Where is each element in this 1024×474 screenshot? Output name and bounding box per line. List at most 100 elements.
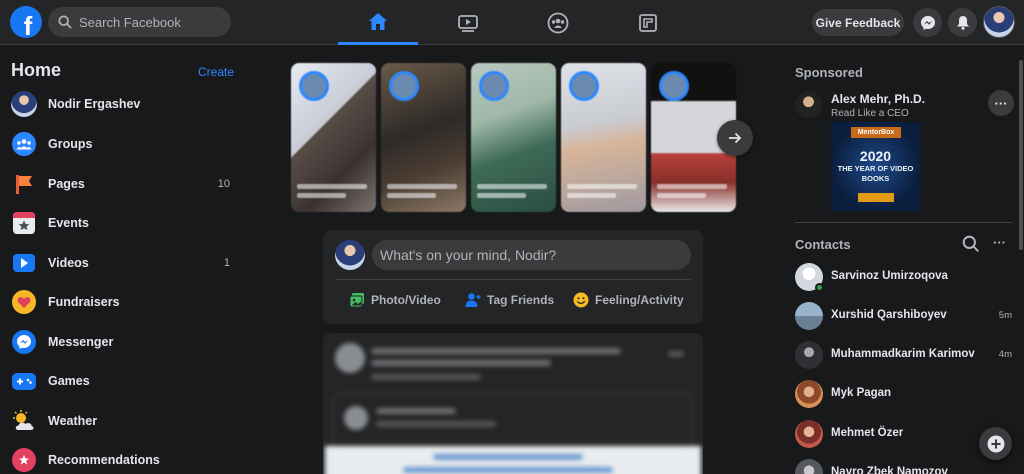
sidebar-item-games[interactable]: Games <box>0 362 250 400</box>
contacts-title: Contacts <box>795 237 851 252</box>
left-sidebar: Home Create Nodir Ergashev Groups Pages … <box>0 45 250 474</box>
search-input[interactable] <box>79 14 219 30</box>
advertiser-avatar[interactable] <box>795 91 822 118</box>
ad-options-button[interactable]: ··· <box>988 90 1014 116</box>
ad-tagline: THE YEAR OF VIDEO BOOKS <box>837 164 914 183</box>
groups-icon <box>547 12 569 33</box>
sidebar-item-label: Videos <box>48 256 89 270</box>
calendar-star-icon <box>13 212 35 234</box>
sidebar-item-label: Pages <box>48 177 85 191</box>
give-feedback-button[interactable]: Give Feedback <box>812 9 904 36</box>
tag-friends-label: Tag Friends <box>487 293 555 307</box>
contact-avatar <box>795 380 823 408</box>
smile-icon <box>573 292 589 308</box>
new-message-button[interactable] <box>979 427 1012 460</box>
sidebar-item-label: Weather <box>48 414 98 428</box>
plus-icon <box>987 435 1004 452</box>
sidebar-item-groups[interactable]: Groups <box>0 125 250 163</box>
story-card[interactable] <box>291 63 376 212</box>
tab-gaming[interactable] <box>608 0 688 45</box>
videos-count: 1 <box>223 257 230 269</box>
contact-item[interactable]: Myk Pagan <box>795 378 1017 412</box>
composer-avatar[interactable] <box>335 240 365 270</box>
tab-groups[interactable] <box>518 0 598 45</box>
sidebar-item-weather[interactable]: Weather <box>0 402 250 440</box>
contact-name: Myk Pagan <box>831 387 892 399</box>
sidebar-item-profile[interactable]: Nodir Ergashev <box>0 85 250 123</box>
photo-video-label: Photo/Video <box>371 293 441 307</box>
sidebar-item-label: Messenger <box>48 335 114 349</box>
story-card[interactable] <box>381 63 466 212</box>
photo-icon <box>349 293 364 308</box>
advertiser-name[interactable]: Alex Mehr, Ph.D. <box>831 92 925 106</box>
create-link[interactable]: Create <box>198 65 234 79</box>
weather-icon <box>12 409 36 433</box>
search-box[interactable] <box>48 7 231 37</box>
contacts-options-button[interactable]: ··· <box>993 235 1006 250</box>
messenger-icon <box>920 15 935 30</box>
story-card[interactable] <box>471 63 556 212</box>
groups-icon <box>12 132 36 156</box>
contact-item[interactable]: Sarvinoz Umirzoqova <box>795 261 1017 295</box>
gamepad-icon <box>12 372 36 390</box>
contact-name: Muhammadkarim Karimov <box>831 348 975 360</box>
sidebar-item-label: Games <box>48 374 90 388</box>
notifications-button[interactable] <box>948 8 977 37</box>
contact-avatar <box>795 420 823 448</box>
play-icon <box>13 254 35 272</box>
ad-subtitle: Read Like a CEO <box>831 108 909 119</box>
tab-watch[interactable] <box>428 0 508 45</box>
post-composer: What's on your mind, Nodir? Photo/Video … <box>323 230 703 324</box>
account-avatar[interactable] <box>983 6 1015 38</box>
contact-name: Sarvinoz Umirzoqova <box>831 270 948 282</box>
tag-friends-button[interactable]: Tag Friends <box>465 288 554 312</box>
feed-post <box>323 333 703 474</box>
sidebar-item-messenger[interactable]: Messenger <box>0 323 250 361</box>
sidebar-item-events[interactable]: Events <box>0 204 250 242</box>
flag-icon <box>12 172 36 196</box>
facebook-logo[interactable]: f <box>10 6 42 38</box>
online-status-dot <box>815 283 824 292</box>
sidebar-item-recommendations[interactable]: Recommendations <box>0 441 250 474</box>
right-divider <box>795 222 1012 223</box>
recommendations-icon <box>12 448 36 472</box>
bell-icon <box>956 16 969 30</box>
arrow-right-icon <box>729 132 742 144</box>
contact-name: Xurshid Qarshiboyev <box>831 309 947 321</box>
ad-year: 2020 <box>859 148 892 164</box>
sidebar-item-label: Events <box>48 216 89 230</box>
contact-last-active: 4m <box>998 349 1012 360</box>
home-icon <box>369 12 387 30</box>
more-icon: ··· <box>994 95 1008 111</box>
contact-item[interactable]: Navro Zbek Namozov <box>795 457 1017 474</box>
sidebar-item-label: Recommendations <box>48 453 160 467</box>
whats-on-your-mind-input[interactable]: What's on your mind, Nodir? <box>372 240 691 270</box>
contact-avatar <box>795 341 823 369</box>
ad-cta <box>858 193 894 202</box>
sidebar-item-label: Nodir Ergashev <box>48 97 141 111</box>
contact-item[interactable]: Xurshid Qarshiboyev 5m <box>795 300 1017 334</box>
stories-next-button[interactable] <box>717 120 753 156</box>
story-card[interactable] <box>561 63 646 212</box>
feeling-activity-label: Feeling/Activity <box>595 293 684 307</box>
sidebar-item-videos[interactable]: Videos 1 <box>0 244 250 282</box>
photo-video-button[interactable]: Photo/Video <box>349 288 441 312</box>
heart-icon <box>12 290 36 314</box>
sidebar-item-fundraisers[interactable]: Fundraisers <box>0 283 250 321</box>
gaming-icon <box>639 13 657 32</box>
contact-item[interactable]: Muhammadkarim Karimov 4m <box>795 339 1017 373</box>
tab-home[interactable] <box>338 0 418 45</box>
feeling-activity-button[interactable]: Feeling/Activity <box>573 288 684 312</box>
pages-count: 10 <box>217 178 230 190</box>
sidebar-item-label: Groups <box>48 137 93 151</box>
contact-avatar <box>795 302 823 330</box>
sidebar-item-pages[interactable]: Pages 10 <box>0 165 250 203</box>
search-icon[interactable] <box>962 235 980 253</box>
ad-image[interactable]: MentorBox 2020 THE YEAR OF VIDEO BOOKS <box>831 122 920 211</box>
sponsored-title: Sponsored <box>795 65 863 80</box>
messenger-button[interactable] <box>913 8 942 37</box>
search-icon <box>58 15 72 29</box>
contact-name: Navro Zbek Namozov <box>831 466 948 474</box>
right-scrollbar[interactable] <box>1019 60 1023 250</box>
sidebar-item-label: Fundraisers <box>48 295 120 309</box>
